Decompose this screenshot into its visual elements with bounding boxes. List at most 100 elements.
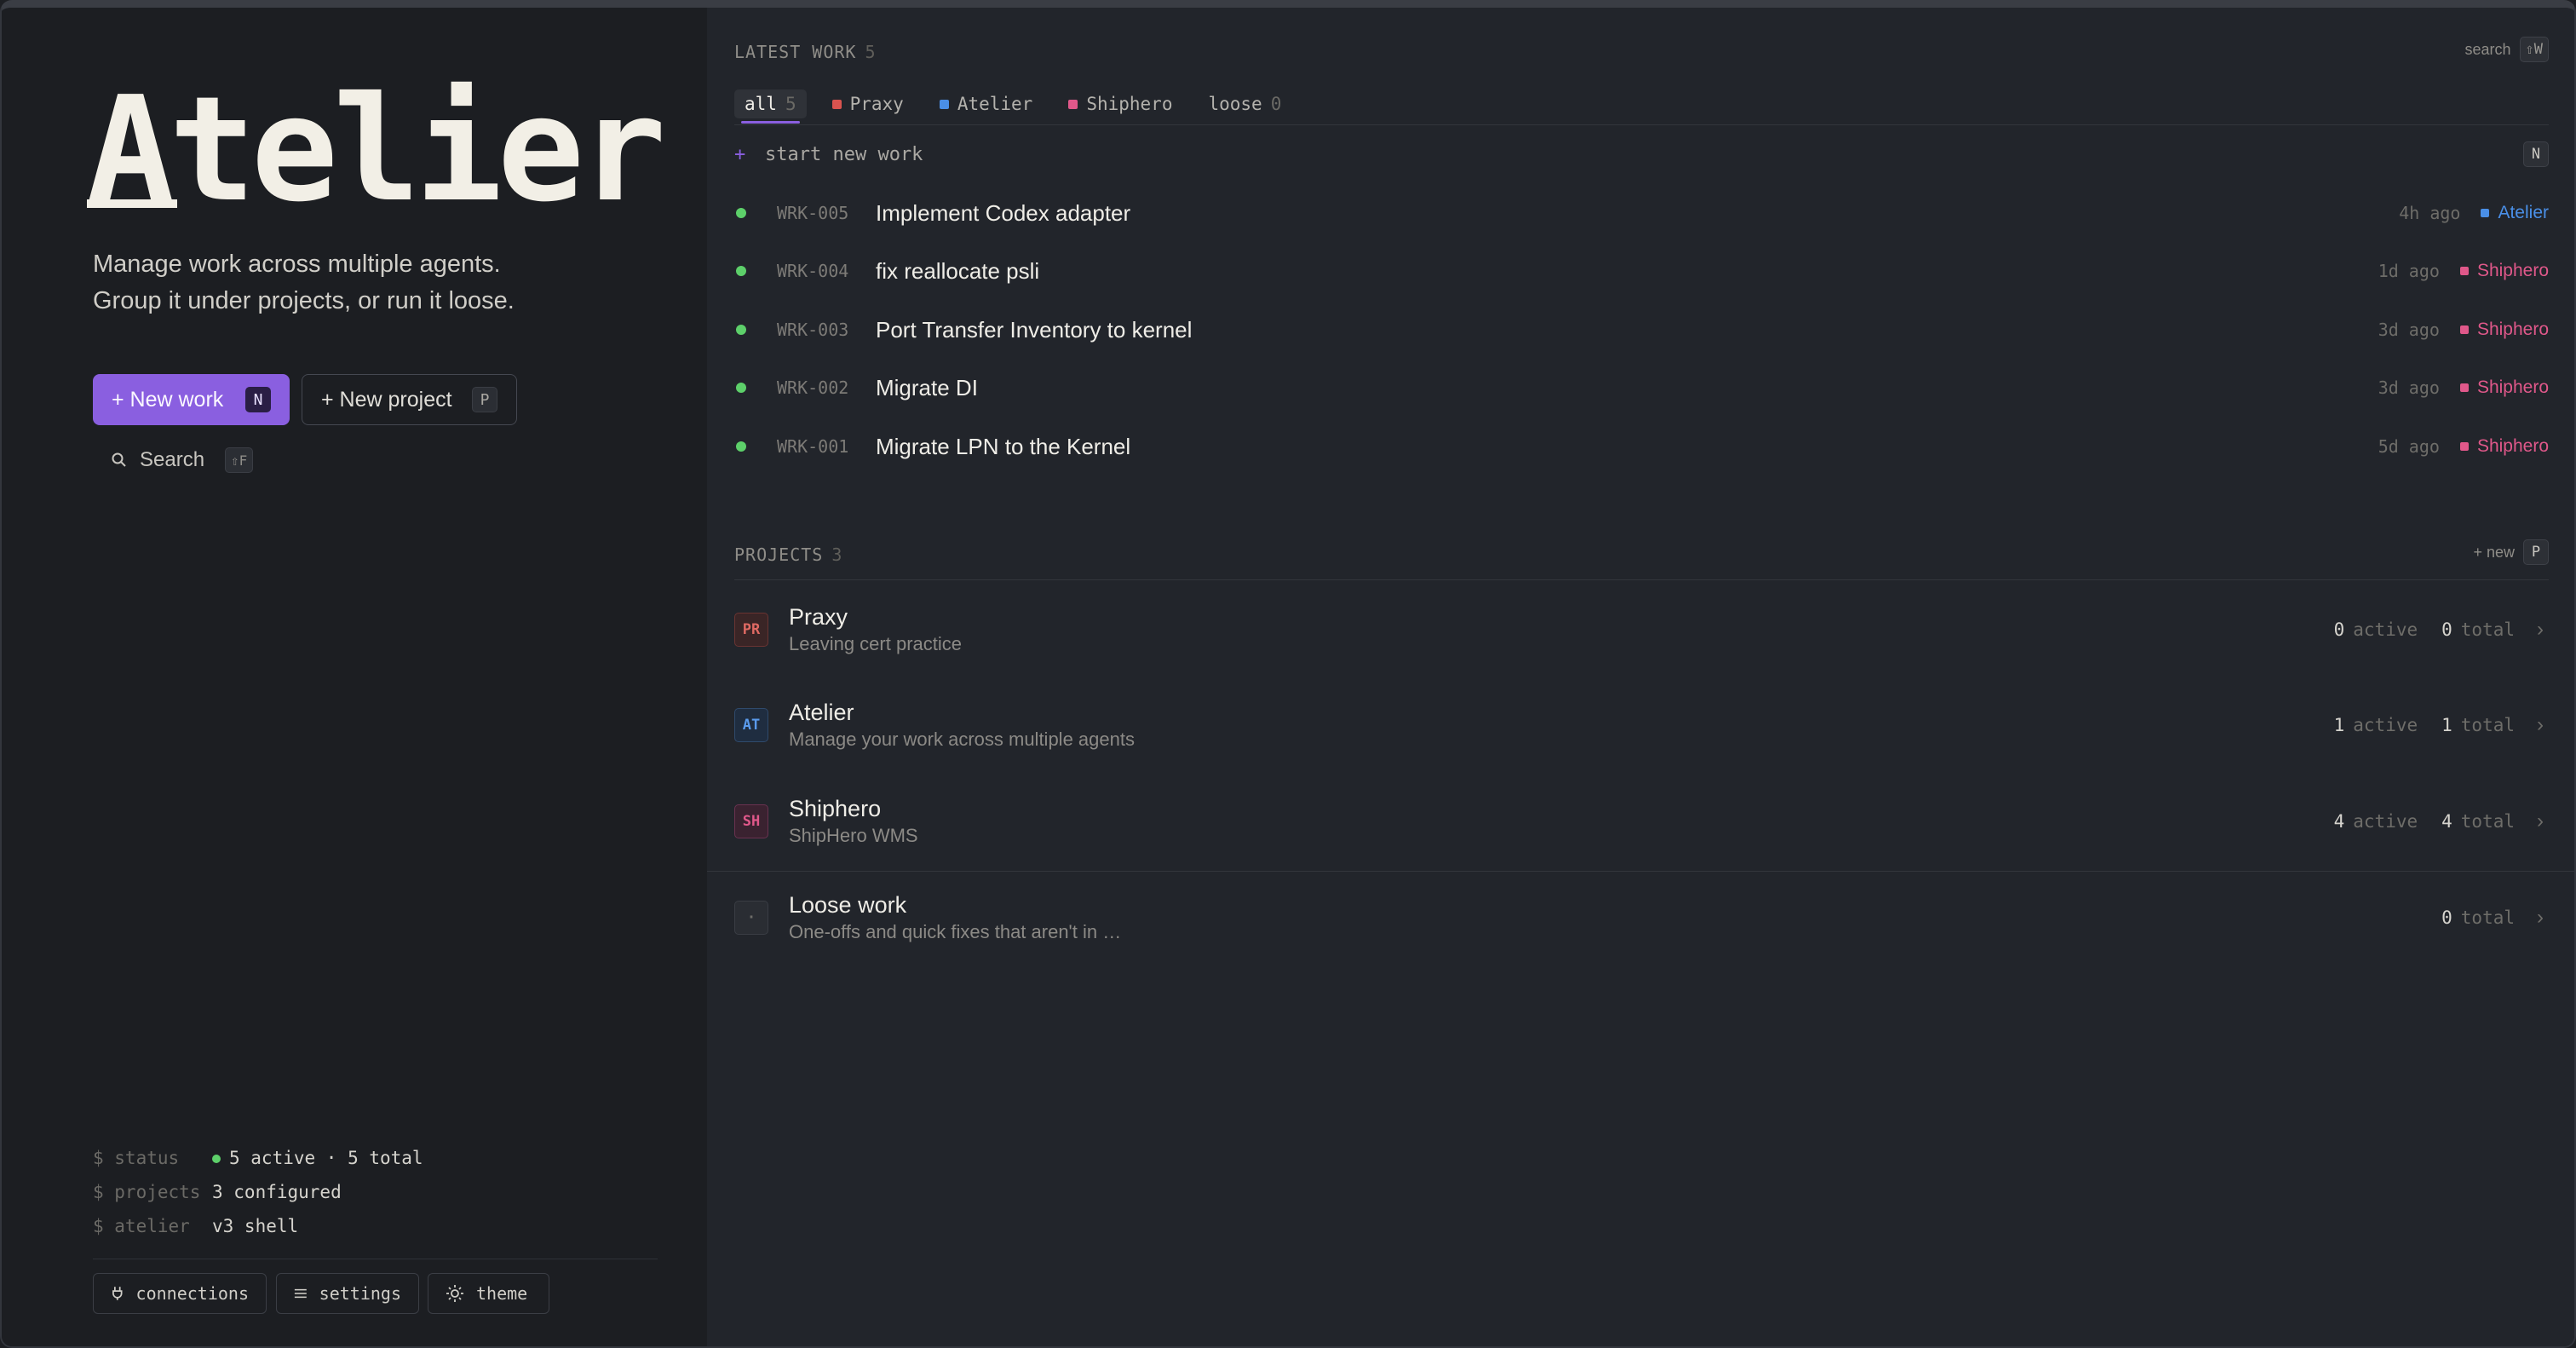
status-value-text: 5 active · 5 total — [229, 1148, 423, 1168]
project-row-praxy[interactable]: PR Praxy Leaving cert practice 0 active 0… — [734, 587, 2549, 672]
work-time-ago: 1d ago — [2378, 261, 2440, 281]
tabs-divider — [734, 124, 2549, 125]
chevron-right-icon: › — [2537, 713, 2544, 736]
work-time-ago: 3d ago — [2378, 377, 2440, 398]
active-dot — [212, 1155, 221, 1163]
work-item[interactable]: WRK-004 fix reallocate psli 1d ago Shiph… — [734, 242, 2549, 300]
work-title: Port Transfer Inventory to kernel — [876, 316, 1193, 343]
chevron-right-icon: › — [2537, 906, 2544, 929]
tab-label: Shiphero — [1086, 94, 1173, 114]
work-item[interactable]: WRK-005 Implement Codex adapter 4h ago A… — [734, 184, 2549, 242]
work-id: WRK-003 — [777, 320, 849, 340]
projects-value: 3 configured — [212, 1182, 342, 1202]
start-new-work-input[interactable]: + start new work N — [734, 137, 2549, 171]
tab-atelier[interactable]: Atelier — [929, 89, 1044, 118]
work-title: Migrate DI — [876, 374, 978, 400]
active-count: 4 — [2333, 811, 2345, 832]
project-name: Atelier — [789, 700, 854, 725]
status-dot — [736, 266, 746, 276]
project-name: Loose work — [789, 892, 907, 918]
work-time-ago: 5d ago — [2378, 436, 2440, 457]
atelier-color-square — [939, 99, 949, 109]
new-project-link-label: + new — [2473, 543, 2515, 561]
work-project-tag: Shiphero — [2459, 261, 2549, 281]
projects-count: 3 — [831, 544, 843, 565]
tagline-line-2: Group it under projects, or run it loose… — [93, 287, 515, 314]
work-item[interactable]: WRK-003 Port Transfer Inventory to kerne… — [734, 301, 2549, 359]
tab-loose[interactable]: loose 0 — [1198, 89, 1291, 118]
status-row-status: $ status 5 active · 5 total — [93, 1141, 423, 1175]
status-dot — [736, 383, 746, 393]
project-stats: 0 total — [2441, 907, 2515, 928]
project-badge: SH — [734, 804, 768, 838]
project-text: Shiphero ShipHero WMS — [789, 794, 2334, 849]
project-row-atelier[interactable]: AT Atelier Manage your work across multi… — [734, 683, 2549, 768]
new-project-link[interactable]: + new P — [2473, 539, 2549, 565]
tab-shiphero[interactable]: Shiphero — [1058, 89, 1182, 118]
work-project-tag: Shiphero — [2459, 320, 2549, 340]
status-key: $ status — [93, 1148, 180, 1168]
search-button[interactable]: Search ⇧F — [111, 447, 254, 473]
new-work-shortcut: N — [245, 387, 271, 412]
menu-icon — [294, 1288, 307, 1299]
tab-count: 5 — [785, 94, 796, 114]
work-project-name: Shiphero — [2476, 261, 2549, 280]
new-work-button[interactable]: + New work N — [93, 374, 290, 425]
work-time-ago: 3d ago — [2378, 320, 2440, 340]
latest-work-count: 5 — [865, 42, 877, 62]
status-dot — [736, 441, 746, 452]
project-color-square — [2459, 325, 2469, 334]
settings-button[interactable]: settings — [276, 1273, 419, 1314]
project-name: Shiphero — [789, 796, 882, 821]
work-item[interactable]: WRK-001 Migrate LPN to the Kernel 5d ago… — [734, 418, 2549, 475]
project-row-loose[interactable]: · Loose work One-offs and quick fixes th… — [734, 875, 2549, 960]
tab-praxy[interactable]: Praxy — [822, 89, 914, 118]
praxy-color-square — [831, 99, 842, 109]
latest-work-heading: LATEST WORK 5 — [734, 42, 877, 62]
theme-button[interactable]: theme — [428, 1273, 549, 1314]
projects-label: PROJECTS — [734, 544, 824, 565]
project-color-square — [2459, 383, 2469, 392]
search-icon — [112, 452, 126, 467]
tab-label: Atelier — [957, 94, 1033, 114]
tab-label: Praxy — [849, 94, 904, 114]
project-total-stat: 1 total — [2441, 715, 2515, 735]
project-badge: AT — [734, 708, 768, 742]
work-item[interactable]: WRK-002 Migrate DI 3d ago Shiphero — [734, 359, 2549, 417]
projects-heading: PROJECTS 3 — [734, 544, 842, 565]
tab-count: 0 — [1270, 94, 1282, 114]
project-color-square — [2481, 209, 2490, 217]
work-id: WRK-005 — [777, 203, 849, 223]
plug-icon — [112, 1287, 123, 1300]
project-active-stat: 4 active — [2334, 811, 2418, 832]
active-label: active — [2353, 619, 2418, 640]
work-project-name: Shiphero — [2476, 377, 2549, 397]
tab-label: loose — [1208, 94, 1262, 114]
active-label: active — [2353, 715, 2418, 735]
chevron-right-icon: › — [2537, 809, 2544, 832]
work-search-button[interactable]: search ⇧W — [2464, 37, 2549, 62]
new-work-label: + New work — [112, 387, 224, 412]
connections-button[interactable]: connections — [93, 1273, 267, 1314]
project-text: Praxy Leaving cert practice — [789, 602, 2334, 657]
work-project-name: Atelier — [2498, 203, 2549, 222]
total-count: 0 — [2441, 907, 2452, 928]
project-total-stat: 4 total — [2441, 811, 2515, 832]
project-row-shiphero[interactable]: SH Shiphero ShipHero WMS 4 active 4 total … — [734, 779, 2549, 864]
total-count: 0 — [2441, 619, 2452, 640]
work-time-ago: 4h ago — [2399, 203, 2461, 223]
settings-label: settings — [319, 1283, 401, 1304]
tab-all[interactable]: all 5 — [734, 89, 807, 124]
plus-icon: + — [734, 143, 746, 165]
shiphero-color-square — [1068, 99, 1078, 109]
new-project-button[interactable]: + New project P — [302, 374, 517, 425]
project-total-stat: 0 total — [2441, 907, 2515, 928]
total-label: total — [2460, 907, 2515, 928]
new-project-link-shortcut: P — [2523, 539, 2549, 565]
active-label: active — [2353, 811, 2418, 832]
work-search-shortcut: ⇧W — [2519, 37, 2549, 62]
atelier-value: v3 shell — [212, 1216, 299, 1236]
project-active-stat: 1 active — [2334, 715, 2418, 735]
status-row-projects: $ projects 3 configured — [93, 1175, 423, 1209]
status-value: 5 active · 5 total — [212, 1141, 423, 1175]
